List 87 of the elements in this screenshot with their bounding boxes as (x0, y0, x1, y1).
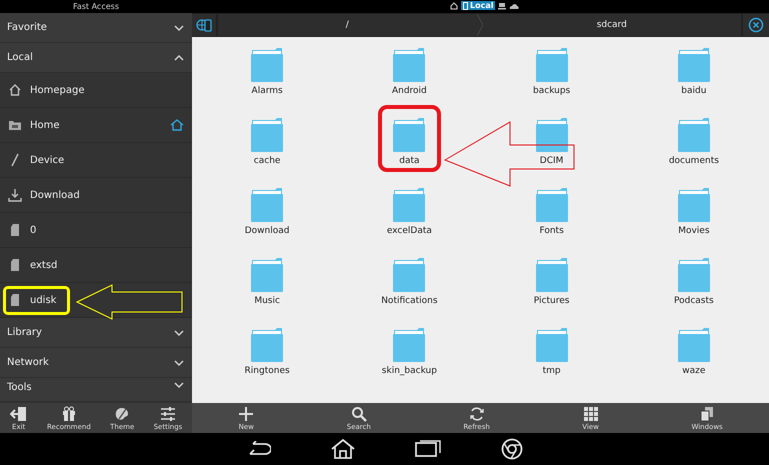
sidebar-item[interactable]: Download (30, 190, 184, 200)
folder-name: cache (254, 156, 280, 166)
breadcrumb[interactable]: sdcard (482, 14, 741, 36)
sidebar-item[interactable]: 0 (30, 224, 184, 236)
sidebar-section-header[interactable]: Favorite (0, 13, 192, 43)
folder-name: tmp (542, 366, 561, 376)
folder-name: Ringtones (244, 366, 290, 376)
refresh-icon (468, 406, 485, 422)
folder-icon[interactable] (391, 47, 428, 83)
slash-icon (10, 153, 20, 167)
folder-icon[interactable] (249, 187, 286, 223)
sd-card-icon (10, 258, 20, 272)
sidebar-item[interactable]: Device (30, 154, 184, 166)
sidebar-section-header[interactable]: Tools (0, 378, 192, 402)
folder-icon[interactable] (249, 47, 286, 83)
breadcrumb-separator-icon (476, 14, 482, 36)
status-title: Fast Access (72, 2, 120, 11)
folder-icon[interactable] (676, 117, 712, 153)
download-icon (8, 188, 22, 202)
folder-icon (8, 119, 22, 131)
browser-icon[interactable] (500, 438, 522, 460)
sidebar-section-header[interactable]: Network (0, 348, 192, 378)
folder-icon[interactable] (534, 187, 570, 223)
grid-icon (582, 406, 599, 422)
palette-icon (114, 406, 130, 422)
folder-icon[interactable] (534, 257, 570, 293)
sidebar-section-header[interactable]: Local (0, 43, 192, 73)
sd-card-icon (10, 293, 20, 307)
folder-icon[interactable] (391, 117, 428, 153)
windows-icon (699, 406, 716, 422)
folder-icon[interactable] (676, 257, 712, 293)
back-icon[interactable] (246, 441, 270, 457)
close-icon[interactable] (748, 17, 764, 33)
folder-name: Fonts (539, 226, 564, 236)
folder-name: Movies (678, 226, 710, 236)
sidebar-section-header[interactable]: Library (0, 318, 192, 348)
search-icon (350, 406, 367, 422)
folder-name: DCIM (540, 156, 564, 166)
exit-icon (10, 406, 28, 422)
chevron-down-icon (174, 330, 184, 336)
chevron-down-icon (174, 360, 184, 366)
breadcrumb[interactable]: / (218, 14, 476, 36)
folder-icon[interactable] (676, 47, 712, 83)
cloud-icon (509, 2, 520, 8)
folder-name: Alarms (252, 86, 283, 96)
folder-name: baidu (681, 86, 706, 96)
folder-icon[interactable] (676, 327, 712, 363)
house-icon (8, 83, 22, 97)
sidebar-item[interactable]: udisk (30, 294, 184, 306)
folder-icon[interactable] (249, 117, 286, 153)
folder-icon[interactable] (534, 47, 570, 83)
folder-name: documents (668, 156, 719, 166)
folder-icon[interactable] (391, 187, 428, 223)
folder-name: Music (254, 296, 280, 306)
folder-name: backups (533, 86, 570, 96)
folder-icon[interactable] (249, 257, 286, 293)
folder-icon[interactable] (249, 327, 286, 363)
folder-name: Android (392, 86, 427, 96)
folder-icon[interactable] (676, 187, 712, 223)
chevron-down-icon (174, 24, 184, 30)
folder-name: Notifications (381, 296, 438, 306)
plus-icon (238, 406, 254, 422)
folder-name: excelData (386, 226, 432, 236)
folder-name: waze (682, 366, 706, 376)
folder-name: skin_backup (382, 366, 437, 376)
home-icon[interactable] (330, 439, 354, 459)
folder-icon[interactable] (391, 257, 428, 293)
sidebar-item[interactable]: Home (30, 120, 170, 130)
folder-name: Podcasts (674, 296, 714, 306)
house-icon (450, 2, 458, 10)
gift-icon (60, 406, 77, 422)
chevron-down-icon (174, 382, 184, 388)
folder-icon[interactable] (391, 327, 428, 363)
folder-name: Pictures (534, 296, 570, 306)
sidebar-item[interactable]: Homepage (30, 84, 184, 96)
folder-name: data (399, 156, 420, 166)
computer-icon (498, 2, 506, 10)
sd-card-icon (10, 223, 20, 237)
folder-icon[interactable] (534, 327, 570, 363)
storage-indicator[interactable]: Local (461, 1, 496, 10)
globe-phone-icon[interactable] (196, 18, 212, 32)
sliders-icon (160, 406, 176, 422)
sidebar-item[interactable]: extsd (30, 260, 184, 270)
chevron-up-icon (174, 54, 184, 60)
recent-apps-icon[interactable] (414, 440, 440, 458)
folder-name: Download (244, 226, 290, 236)
folder-icon[interactable] (534, 117, 570, 153)
